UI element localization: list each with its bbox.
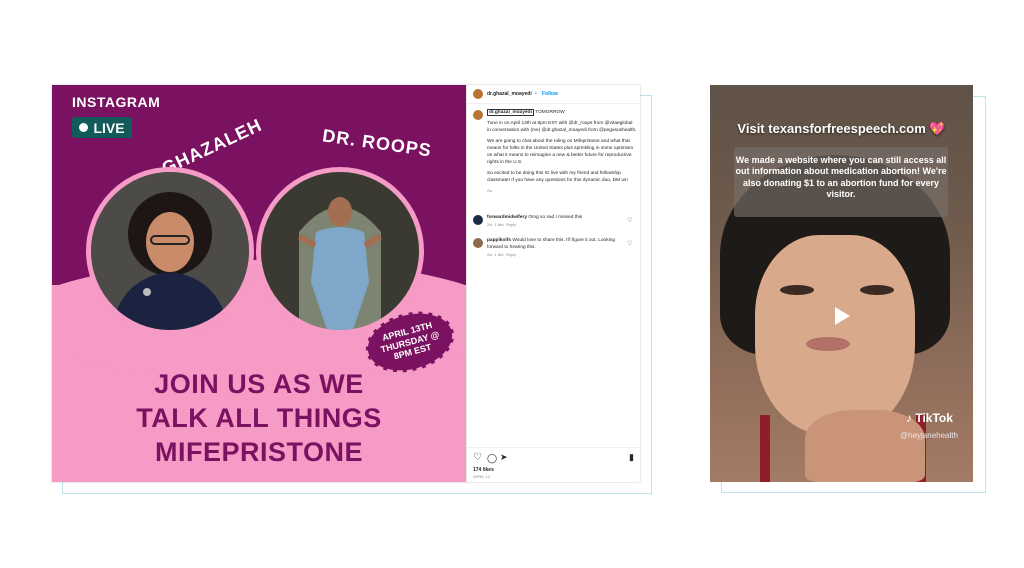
comment-age: 2w	[487, 251, 493, 257]
tiktok-video-card[interactable]: Visit texansforfreespeech.com 💖 We made …	[710, 85, 973, 482]
comment-likes[interactable]: 1 like	[494, 222, 503, 227]
caption-body: dr.ghazal_moayedi TOMORROW Tune in on Ap…	[487, 109, 637, 193]
like-heart-icon[interactable]: ♡	[473, 452, 482, 463]
heart-emoji-icon: 💖	[929, 121, 946, 136]
video-subject-face	[755, 235, 915, 435]
comment-username[interactable]: pappikoifs	[487, 238, 511, 243]
avatar[interactable]	[473, 89, 483, 99]
caption-lead: TOMORROW	[535, 110, 565, 115]
tiktok-note-icon: ♪	[906, 411, 912, 425]
comment-text: Omg so sad I missed this	[528, 215, 583, 220]
comment-like-icon[interactable]: ♡	[627, 217, 632, 224]
comment-meta: 2w 1 like Reply	[487, 252, 627, 258]
host2-portrait-illustration	[261, 172, 419, 330]
caption-paragraph-2: We are going to chat about the ruling on…	[487, 138, 634, 165]
subject-strap	[760, 415, 770, 482]
tiktok-headline-text: Visit texansforfreespeech.com	[737, 121, 926, 136]
comment-row: forwardmidwifery Omg so sad I missed thi…	[473, 215, 635, 233]
tiktok-handle: @heyjanehealth	[900, 431, 958, 440]
instagram-post-image: INSTAGRAM LIVE DR. GHAZALEH DR. ROOPS AP…	[52, 85, 466, 482]
headline-line-1: JOIN US AS WE	[154, 369, 364, 399]
comment-meta: 2w 1 like Reply	[487, 222, 627, 228]
comment-like-icon[interactable]: ♡	[627, 240, 632, 247]
post-date: APRIL 12	[473, 474, 490, 479]
caption-paragraph-3: So excited to be doing this IG live with…	[487, 170, 628, 183]
live-label: LIVE	[93, 119, 125, 136]
comment-body: pappikoifs Would love to share this. I'l…	[487, 238, 627, 258]
caption-age: 2w	[487, 187, 493, 193]
post-actions-divider	[467, 447, 640, 448]
live-badge: LIVE	[72, 117, 132, 138]
follow-button[interactable]: Follow	[542, 91, 558, 97]
comment-likes[interactable]: 1 like	[494, 252, 503, 257]
tiktok-overlay-caption: We made a website where you can still ac…	[734, 147, 948, 217]
post-username[interactable]: dr.ghazal_moayedi	[487, 91, 532, 97]
likes-count[interactable]: 174 likes	[473, 467, 494, 473]
comment-avatar[interactable]	[473, 215, 483, 225]
post-header: dr.ghazal_moayedi • Follow	[467, 85, 640, 104]
reply-button[interactable]: Reply	[506, 222, 516, 227]
instagram-label: INSTAGRAM	[72, 94, 161, 110]
play-icon[interactable]	[835, 307, 850, 325]
comment-age: 2w	[487, 221, 493, 227]
headline-line-2: TALK ALL THINGS	[136, 403, 382, 433]
tiktok-logo-text: TikTok	[915, 411, 953, 425]
comment-avatar[interactable]	[473, 238, 483, 248]
host1-photo	[86, 167, 254, 335]
instagram-post-card: INSTAGRAM LIVE DR. GHAZALEH DR. ROOPS AP…	[52, 85, 640, 482]
tiktok-headline: Visit texansforfreespeech.com 💖	[710, 121, 973, 137]
verified-dot-icon: •	[535, 91, 537, 97]
comment-row: pappikoifs Would love to share this. I'l…	[473, 238, 635, 260]
reply-button[interactable]: Reply	[506, 252, 516, 257]
caption-paragraph-1: Tune in on April 13th at 8pm EST with @d…	[487, 120, 637, 133]
subject-lips	[806, 337, 850, 351]
host2-photo	[256, 167, 424, 335]
host1-portrait-illustration	[91, 172, 249, 330]
headline-line-3: MIFEPRISTONE	[154, 437, 364, 467]
comment-username[interactable]: forwardmidwifery	[487, 215, 527, 220]
caption-username[interactable]: dr.ghazal_moayedi	[487, 109, 534, 116]
share-icon[interactable]: ➤	[500, 452, 508, 463]
caption-avatar[interactable]	[473, 110, 483, 120]
instagram-post-sidebar: dr.ghazal_moayedi • Follow dr.ghazal_moa…	[466, 85, 640, 482]
live-dot-icon	[79, 123, 89, 132]
subject-eye	[780, 285, 814, 295]
subject-eye	[860, 285, 894, 295]
tiktok-logo: ♪ TikTok	[906, 411, 953, 425]
comment-icon[interactable]: ◯	[487, 453, 497, 464]
comment-body: forwardmidwifery Omg so sad I missed thi…	[487, 215, 627, 228]
save-bookmark-icon[interactable]: ▮	[629, 452, 634, 463]
